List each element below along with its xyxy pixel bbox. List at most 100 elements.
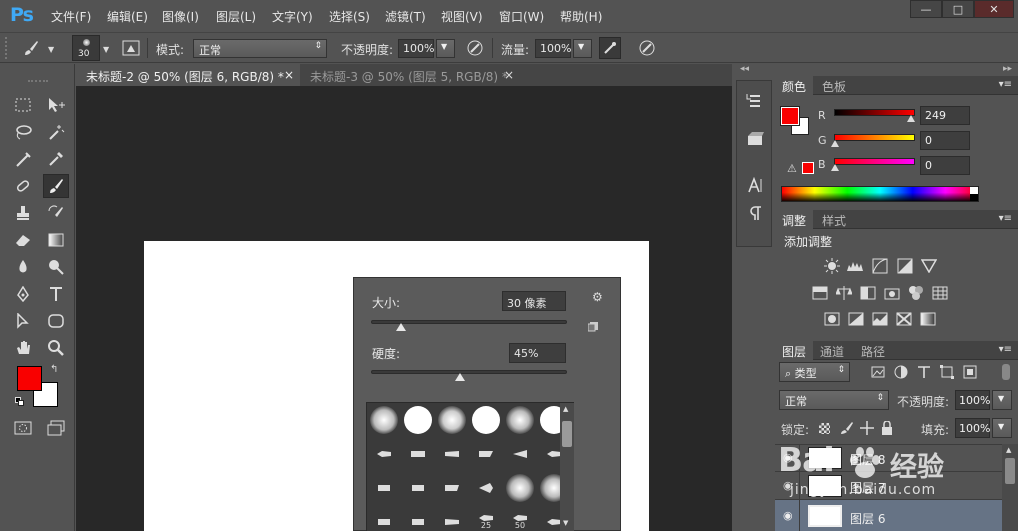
brightness-contrast-icon[interactable] bbox=[822, 257, 842, 275]
brush-tip-hard-round[interactable] bbox=[401, 403, 435, 437]
lasso-tool-icon[interactable] bbox=[10, 120, 36, 144]
path-selection-tool-icon[interactable] bbox=[10, 309, 36, 333]
eyedropper-tool-icon[interactable] bbox=[43, 147, 69, 171]
brush-tip-flat[interactable] bbox=[401, 471, 435, 505]
chevron-down-icon[interactable]: ▼ bbox=[48, 45, 54, 54]
brush-tool-icon[interactable] bbox=[43, 174, 69, 198]
layers-scrollbar[interactable]: ▲ bbox=[1002, 444, 1018, 531]
brush-tip-marker[interactable] bbox=[435, 437, 469, 471]
default-colors-icon[interactable] bbox=[15, 397, 25, 407]
size-input[interactable]: 30 像素 bbox=[502, 291, 566, 311]
levels-icon[interactable] bbox=[845, 257, 865, 275]
tab-channels[interactable]: 通道 bbox=[813, 341, 851, 360]
shape-filter-icon[interactable] bbox=[937, 363, 957, 381]
b-slider[interactable] bbox=[834, 158, 915, 165]
menu-type[interactable]: 文字(Y) bbox=[272, 8, 313, 25]
zoom-tool-icon[interactable] bbox=[43, 336, 69, 360]
hardness-input[interactable]: 45% bbox=[509, 343, 566, 363]
paragraph-panel-icon[interactable] bbox=[741, 199, 769, 227]
marquee-tool-icon[interactable] bbox=[10, 93, 36, 117]
brush-tip-marker[interactable] bbox=[367, 437, 401, 471]
grip-handle[interactable] bbox=[5, 37, 8, 59]
brush-tip-50[interactable]: 50 bbox=[503, 505, 537, 531]
size-slider[interactable] bbox=[371, 320, 567, 331]
layer-opacity-input[interactable]: 100% bbox=[955, 390, 990, 410]
history-panel-icon[interactable] bbox=[741, 87, 769, 115]
tab-layers[interactable]: 图层 bbox=[775, 341, 814, 360]
menu-filter[interactable]: 滤镜(T) bbox=[385, 8, 426, 25]
g-slider-thumb[interactable] bbox=[831, 140, 839, 147]
g-slider[interactable] bbox=[834, 134, 915, 141]
lock-position-icon[interactable] bbox=[857, 419, 877, 437]
color-balance-icon[interactable] bbox=[834, 284, 854, 302]
dodge-tool-icon[interactable] bbox=[43, 255, 69, 279]
size-slider-thumb[interactable] bbox=[396, 323, 407, 331]
invert-icon[interactable] bbox=[822, 310, 842, 328]
foreground-color-swatch[interactable] bbox=[780, 106, 800, 126]
maximize-button[interactable]: □ bbox=[942, 0, 974, 18]
filter-toggle-switch[interactable] bbox=[1002, 364, 1010, 380]
vibrance-icon[interactable] bbox=[919, 257, 939, 275]
tab-swatches[interactable]: 色板 bbox=[815, 76, 853, 95]
history-brush-tool-icon[interactable] bbox=[43, 201, 69, 225]
color-lookup-icon[interactable] bbox=[930, 284, 950, 302]
menu-file[interactable]: 文件(F) bbox=[51, 8, 91, 25]
tab-styles[interactable]: 样式 bbox=[815, 210, 853, 229]
brush-panel-toggle-icon[interactable] bbox=[120, 37, 142, 59]
move-tool-icon[interactable] bbox=[43, 93, 69, 117]
hardness-slider-thumb[interactable] bbox=[455, 373, 466, 381]
expand-dock-icon[interactable]: ◂◂ bbox=[740, 64, 749, 74]
menu-layer[interactable]: 图层(L) bbox=[216, 8, 256, 25]
foreground-color-swatch[interactable] bbox=[17, 366, 42, 391]
warning-icon[interactable]: ⚠ bbox=[787, 162, 797, 175]
threshold-icon[interactable] bbox=[870, 310, 890, 328]
doc-tab-2[interactable]: 未标题-3 @ 50% (图层 5, RGB/8) * × bbox=[300, 64, 520, 86]
gamut-warning-swatch[interactable] bbox=[802, 162, 814, 174]
close-tab-icon[interactable]: × bbox=[504, 68, 514, 82]
brush-tip-flat[interactable] bbox=[435, 471, 469, 505]
brush-tip-soft-round[interactable] bbox=[435, 403, 469, 437]
tab-paths[interactable]: 路径 bbox=[854, 341, 892, 360]
brush-tip-flat[interactable] bbox=[401, 505, 435, 531]
brush-preset-picker[interactable]: 30 bbox=[72, 35, 100, 61]
shape-tool-icon[interactable] bbox=[43, 309, 69, 333]
menu-edit[interactable]: 编辑(E) bbox=[107, 8, 148, 25]
minimize-button[interactable]: — bbox=[910, 0, 942, 18]
layer-opacity-dropdown[interactable]: ▼ bbox=[992, 390, 1012, 410]
scroll-up-icon[interactable]: ▲ bbox=[563, 405, 568, 413]
brush-tip-flat[interactable] bbox=[367, 471, 401, 505]
menu-help[interactable]: 帮助(H) bbox=[560, 8, 602, 25]
smart-object-filter-icon[interactable] bbox=[960, 363, 980, 381]
doc-tab-1[interactable]: 未标题-2 @ 50% (图层 6, RGB/8) * × bbox=[76, 64, 300, 86]
menu-window[interactable]: 窗口(W) bbox=[499, 8, 544, 25]
adjustment-filter-icon[interactable] bbox=[891, 363, 911, 381]
hardness-slider[interactable] bbox=[371, 370, 567, 381]
blur-tool-icon[interactable] bbox=[10, 255, 36, 279]
panel-menu-icon[interactable]: ▾≡ bbox=[999, 213, 1012, 224]
screen-mode-icon[interactable] bbox=[43, 416, 69, 440]
new-preset-icon[interactable] bbox=[588, 322, 598, 332]
flow-input[interactable]: 100% bbox=[535, 39, 571, 58]
healing-brush-tool-icon[interactable] bbox=[10, 174, 36, 198]
clone-stamp-tool-icon[interactable] bbox=[10, 201, 36, 225]
brush-tip-soft-round[interactable] bbox=[367, 403, 401, 437]
chevron-down-icon[interactable]: ▼ bbox=[103, 45, 109, 54]
brush-grid-scrollbar[interactable]: ▲ ▼ bbox=[560, 403, 574, 531]
pixel-filter-icon[interactable] bbox=[868, 363, 888, 381]
opacity-dropdown-button[interactable]: ▼ bbox=[436, 39, 455, 58]
opacity-input[interactable]: 100% bbox=[398, 39, 434, 58]
collapse-panels-icon[interactable]: ▸▸ bbox=[1003, 64, 1012, 74]
brush-tip-25[interactable]: 25 bbox=[469, 505, 503, 531]
brush-tip-marker[interactable] bbox=[469, 437, 503, 471]
menu-image[interactable]: 图像(I) bbox=[162, 8, 199, 25]
character-panel-icon[interactable] bbox=[741, 171, 769, 199]
swap-colors-icon[interactable]: ↰ bbox=[50, 364, 58, 375]
r-slider-thumb[interactable] bbox=[907, 115, 915, 122]
r-slider[interactable] bbox=[834, 109, 915, 116]
pressure-opacity-icon[interactable] bbox=[464, 37, 486, 59]
white-swatch[interactable] bbox=[970, 187, 978, 194]
black-white-icon[interactable] bbox=[858, 284, 878, 302]
curves-icon[interactable] bbox=[870, 257, 890, 275]
mode-select[interactable]: 正常 ⇕ bbox=[193, 39, 327, 58]
close-tab-icon[interactable]: × bbox=[284, 68, 294, 82]
